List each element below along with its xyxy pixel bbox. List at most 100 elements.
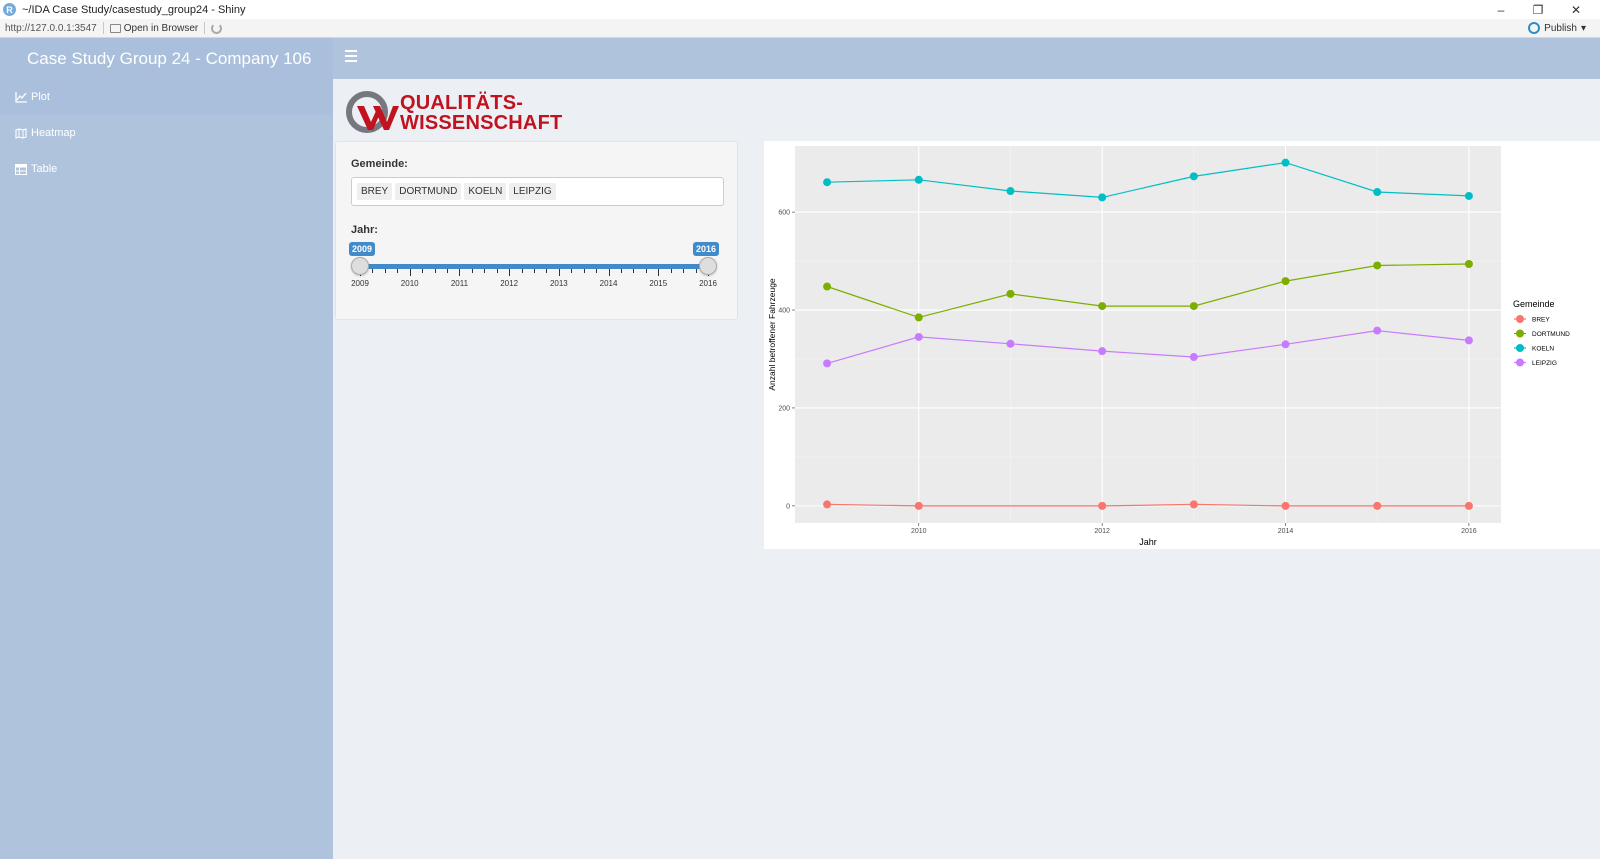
legend-key-koeln (1516, 344, 1524, 352)
slider-tick-label: 2012 (500, 279, 519, 288)
data-point-koeln (1281, 158, 1290, 167)
publish-icon (1528, 22, 1541, 34)
slider-tick (658, 269, 660, 276)
slider-tick (621, 269, 622, 273)
slider-tick-label: 2015 (649, 279, 668, 288)
main-content: QUALITÄTS- WISSENSCHAFT Gemeinde: BREY D… (333, 79, 1600, 859)
slider-tick (571, 269, 573, 273)
data-point-brey (1373, 501, 1382, 510)
data-point-dortmund (1464, 259, 1473, 268)
legend-title: Gemeinde (1513, 299, 1555, 309)
data-point-dortmund (1098, 302, 1107, 311)
jahr-range-slider[interactable]: 2009 2016 2009 2010 2011 2012 2013 2014 2015 20… (349, 242, 721, 292)
app-brand-title: Case Study Group 24 - Company 106 (0, 38, 333, 79)
slider-tick-label: 2014 (599, 279, 618, 288)
slider-tick-label: 2009 (351, 279, 369, 288)
slider-tick (558, 269, 560, 276)
y-tick-label: 200 (778, 405, 790, 412)
legend-key-leipzig (1516, 358, 1524, 367)
data-point-leipzig (914, 332, 923, 341)
y-tick-label: 400 (778, 308, 790, 315)
sidebar-item-table[interactable]: Table (0, 151, 333, 187)
data-point-koeln (1373, 188, 1382, 197)
data-point-koeln (1006, 187, 1015, 196)
data-point-brey (1189, 500, 1198, 509)
gemeinde-multiselect[interactable]: BREY DORTMUND KOELN LEIPZIG (351, 177, 724, 206)
line-chart-icon (15, 91, 27, 103)
logo-wordmark: QUALITÄTS- WISSENSCHAFT (400, 93, 562, 133)
x-tick-label: 2012 (1094, 528, 1110, 535)
logo-line-1: QUALITÄTS- (400, 92, 524, 114)
minimize-icon[interactable]: – (1486, 0, 1516, 19)
sidebar-item-heatmap[interactable]: Heatmap (0, 115, 333, 151)
x-axis-title: Jahr (1139, 537, 1157, 547)
legend-label: LEIPZIG (1532, 360, 1557, 367)
slider-tick (608, 269, 610, 276)
slider-tick (384, 269, 386, 273)
data-point-leipzig (1098, 347, 1107, 356)
line-chart: 0 200 400 600 2010 2012 2014 2016 Jahr Anzahl bet… (767, 146, 1570, 547)
y-tick-label: 0 (786, 503, 790, 510)
data-point-leipzig (1189, 353, 1198, 362)
slider-from-handle[interactable] (351, 257, 369, 275)
data-point-dortmund (1373, 261, 1382, 270)
data-point-koeln (1464, 191, 1473, 200)
x-tick-label: 2010 (911, 528, 927, 535)
close-icon[interactable]: ✕ (1561, 0, 1591, 19)
selected-tag[interactable]: LEIPZIG (509, 183, 556, 200)
slider-tick (546, 269, 548, 273)
sidebar-toggle-icon[interactable] (345, 50, 357, 62)
jahr-label: Jahr: (351, 224, 378, 236)
slider-tick-label: 2011 (450, 279, 469, 288)
open-in-browser-button[interactable]: Open in Browser (109, 23, 198, 34)
data-point-leipzig (1373, 326, 1382, 335)
x-tick-label: 2014 (1278, 528, 1294, 535)
browser-window-icon (109, 23, 121, 33)
data-point-leipzig (1464, 336, 1473, 345)
maximize-icon[interactable]: ❐ (1523, 0, 1553, 19)
gemeinde-label: Gemeinde: (351, 158, 408, 170)
slider-tick (633, 269, 635, 273)
data-point-brey (914, 501, 923, 510)
map-icon (15, 127, 27, 139)
slider-tick (534, 269, 535, 273)
window-title: ~/IDA Case Study/casestudy_group24 - Shi… (22, 3, 246, 16)
slider-tick (645, 269, 647, 273)
y-axis-title: Anzahl betroffener Fahrzeuge (767, 278, 777, 391)
sidebar-item-plot[interactable]: Plot (0, 79, 333, 115)
sidebar-item-label: Plot (31, 91, 50, 103)
publish-button[interactable]: Publish ▾ (1528, 22, 1586, 34)
r-app-icon: R (3, 3, 16, 16)
selected-tag[interactable]: BREY (357, 183, 393, 200)
x-tick-label: 2016 (1461, 528, 1477, 535)
url-display: http://127.0.0.1:3547 (5, 22, 97, 34)
data-point-brey (1464, 501, 1473, 510)
data-point-dortmund (1189, 302, 1198, 311)
data-point-koeln (1189, 172, 1198, 181)
data-point-dortmund (1006, 289, 1015, 298)
data-point-koeln (1098, 193, 1107, 202)
refresh-icon[interactable] (211, 22, 223, 34)
legend-key-brey (1516, 315, 1524, 323)
legend-label: DORTMUND (1532, 331, 1570, 338)
data-point-leipzig (823, 359, 832, 368)
data-point-koeln (914, 175, 923, 184)
slider-tick (509, 269, 511, 276)
slider-tick (695, 269, 697, 273)
slider-tick (372, 269, 374, 273)
app-window: R ~/IDA Case Study/casestudy_group24 - S… (0, 0, 1600, 859)
data-point-leipzig (1281, 340, 1290, 349)
slider-tick (459, 269, 461, 276)
data-point-dortmund (914, 313, 923, 322)
data-point-brey (1281, 501, 1290, 510)
slider-to-handle[interactable] (699, 257, 717, 275)
filter-panel: Gemeinde: BREY DORTMUND KOELN LEIPZIG Ja… (335, 141, 738, 320)
toolbar-divider (102, 22, 104, 34)
legend-label: KOELN (1532, 346, 1554, 353)
selected-tag[interactable]: KOELN (464, 183, 507, 200)
slider-tick-label: 2010 (400, 279, 419, 288)
selected-tag[interactable]: DORTMUND (395, 183, 462, 200)
slider-tick (471, 269, 473, 273)
data-point-dortmund (1281, 277, 1290, 286)
q-emblem-icon (346, 91, 399, 133)
